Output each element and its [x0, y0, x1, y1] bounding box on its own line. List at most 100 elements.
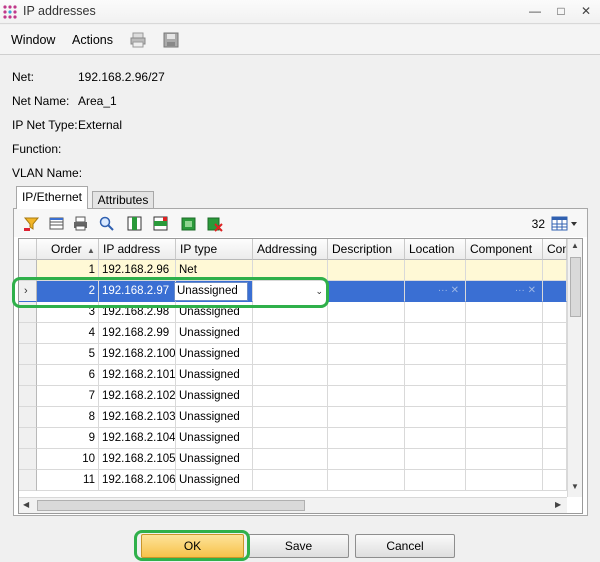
- column-header-addressing[interactable]: Addressing: [253, 239, 328, 260]
- addressing-cell[interactable]: [253, 302, 328, 323]
- menu-actions[interactable]: Actions: [72, 33, 113, 47]
- table-row[interactable]: 4 192.168.2.99 Unassigned: [19, 323, 567, 344]
- search-icon[interactable]: [98, 215, 115, 232]
- com-cell[interactable]: [543, 449, 567, 470]
- addressing-cell[interactable]: [253, 386, 328, 407]
- description-cell[interactable]: [328, 449, 405, 470]
- print-preview-icon[interactable]: [72, 215, 89, 232]
- maximize-icon[interactable]: □: [550, 2, 572, 20]
- addressing-cell[interactable]: [253, 323, 328, 344]
- tab-attributes[interactable]: Attributes: [92, 191, 154, 209]
- row-indicator[interactable]: [19, 344, 37, 365]
- scroll-left-icon[interactable]: ◀: [23, 500, 29, 509]
- save-disk-icon[interactable]: [162, 31, 180, 49]
- com-cell[interactable]: [543, 302, 567, 323]
- description-cell[interactable]: [328, 365, 405, 386]
- description-cell[interactable]: [328, 260, 405, 281]
- component-cell[interactable]: [466, 323, 543, 344]
- tab-ip-ethernet[interactable]: IP/Ethernet: [16, 186, 88, 209]
- column-chooser-icon[interactable]: [551, 215, 579, 232]
- ip-type-cell[interactable]: Unassigned: [176, 344, 253, 365]
- addressing-cell[interactable]: [253, 365, 328, 386]
- location-cell[interactable]: ··· ✕: [405, 281, 466, 302]
- table-row[interactable]: 1 192.168.2.96 Net: [19, 260, 567, 281]
- com-cell[interactable]: [543, 407, 567, 428]
- insert-column-icon[interactable]: [126, 215, 143, 232]
- horizontal-scrollbar[interactable]: ◀ ▶: [19, 497, 567, 513]
- component-cell[interactable]: [466, 470, 543, 491]
- column-header-order[interactable]: Order ▲: [37, 239, 99, 260]
- com-cell[interactable]: [543, 428, 567, 449]
- component-cell[interactable]: ··· ✕: [466, 281, 543, 302]
- row-indicator[interactable]: [19, 470, 37, 491]
- row-indicator[interactable]: [19, 260, 37, 281]
- order-cell[interactable]: 10: [37, 449, 99, 470]
- row-indicator[interactable]: [19, 302, 37, 323]
- ip-type-editor[interactable]: Unassigned: [174, 282, 248, 301]
- table-row[interactable]: 9 192.168.2.104 Unassigned: [19, 428, 567, 449]
- addressing-cell[interactable]: [253, 428, 328, 449]
- addressing-cell[interactable]: [253, 470, 328, 491]
- scroll-right-icon[interactable]: ▶: [555, 500, 561, 509]
- order-cell[interactable]: 6: [37, 365, 99, 386]
- description-cell[interactable]: [328, 302, 405, 323]
- ip-type-cell[interactable]: Unassigned: [176, 365, 253, 386]
- addressing-cell[interactable]: [253, 407, 328, 428]
- com-cell[interactable]: [543, 323, 567, 344]
- ellipsis-clear-icon[interactable]: ··· ✕: [438, 281, 459, 301]
- column-header-ip-type[interactable]: IP type: [176, 239, 253, 260]
- order-cell[interactable]: 9: [37, 428, 99, 449]
- table-row[interactable]: 7 192.168.2.102 Unassigned: [19, 386, 567, 407]
- addressing-cell[interactable]: [253, 260, 328, 281]
- location-cell[interactable]: [405, 449, 466, 470]
- ok-button[interactable]: OK: [141, 534, 244, 558]
- component-cell[interactable]: [466, 428, 543, 449]
- order-cell[interactable]: 2: [37, 281, 99, 302]
- insert-row-icon[interactable]: [152, 215, 169, 232]
- component-cell[interactable]: [466, 449, 543, 470]
- com-cell[interactable]: [543, 281, 567, 302]
- location-cell[interactable]: [405, 344, 466, 365]
- table-row[interactable]: 3 192.168.2.98 Unassigned: [19, 302, 567, 323]
- vertical-scrollbar[interactable]: ▲ ▼: [567, 239, 582, 497]
- cancel-button[interactable]: Cancel: [355, 534, 455, 558]
- description-cell[interactable]: [328, 428, 405, 449]
- ellipsis-clear-icon[interactable]: ··· ✕: [515, 281, 536, 301]
- table-row[interactable]: 8 192.168.2.103 Unassigned: [19, 407, 567, 428]
- row-indicator[interactable]: [19, 428, 37, 449]
- ip-type-cell[interactable]: Unassigned: [176, 428, 253, 449]
- component-cell[interactable]: [466, 407, 543, 428]
- description-cell[interactable]: [328, 281, 405, 302]
- ip-address-cell[interactable]: 192.168.2.104: [99, 428, 176, 449]
- menu-window[interactable]: Window: [11, 33, 55, 47]
- scroll-thumb[interactable]: [570, 257, 581, 317]
- location-cell[interactable]: [405, 470, 466, 491]
- row-indicator[interactable]: [19, 449, 37, 470]
- row-indicator[interactable]: [19, 407, 37, 428]
- order-cell[interactable]: 1: [37, 260, 99, 281]
- column-header-component[interactable]: Component: [466, 239, 543, 260]
- ip-address-cell[interactable]: 192.168.2.99: [99, 323, 176, 344]
- component-cell[interactable]: [466, 386, 543, 407]
- ip-type-cell[interactable]: Unassigned: [176, 407, 253, 428]
- grid-edit-icon[interactable]: [48, 215, 65, 232]
- table-row[interactable]: 10 192.168.2.105 Unassigned: [19, 449, 567, 470]
- add-record-icon[interactable]: [180, 215, 197, 232]
- order-cell[interactable]: 3: [37, 302, 99, 323]
- location-cell[interactable]: [405, 428, 466, 449]
- chevron-down-icon[interactable]: ⌄: [253, 281, 328, 302]
- location-cell[interactable]: [405, 365, 466, 386]
- component-cell[interactable]: [466, 365, 543, 386]
- ip-address-cell[interactable]: 192.168.2.96: [99, 260, 176, 281]
- description-cell[interactable]: [328, 344, 405, 365]
- com-cell[interactable]: [543, 344, 567, 365]
- location-cell[interactable]: [405, 386, 466, 407]
- order-cell[interactable]: 7: [37, 386, 99, 407]
- description-cell[interactable]: [328, 470, 405, 491]
- ip-address-cell[interactable]: 192.168.2.101: [99, 365, 176, 386]
- table-row[interactable]: 11 192.168.2.106 Unassigned: [19, 470, 567, 491]
- component-cell[interactable]: [466, 344, 543, 365]
- location-cell[interactable]: [405, 260, 466, 281]
- ip-address-cell[interactable]: 192.168.2.103: [99, 407, 176, 428]
- ip-address-cell[interactable]: 192.168.2.106: [99, 470, 176, 491]
